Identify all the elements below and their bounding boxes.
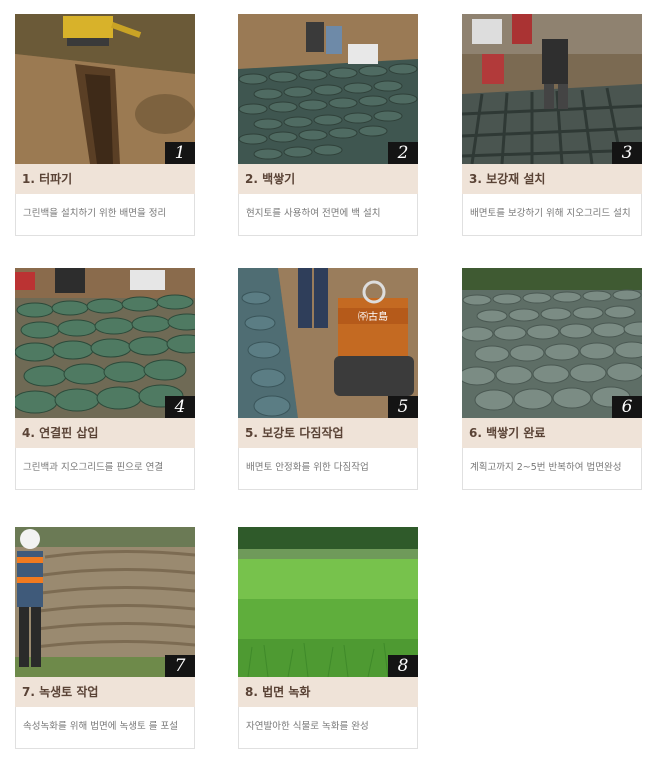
step-description: 그린백을 설치하기 위한 배면을 정리 (15, 194, 195, 236)
step-photo-1: 1 (15, 14, 195, 164)
step-description: 배면토 안정화를 위한 다짐작업 (238, 448, 418, 490)
step-card-1: 1 1. 터파기 그린백을 설치하기 위한 배면을 정리 (15, 14, 195, 236)
step-photo-8: 8 (238, 527, 418, 677)
step-description: 자연발아한 식물로 녹화를 완성 (238, 707, 418, 749)
step-photo-6: 6 (462, 268, 642, 418)
step-number-badge: 4 (165, 396, 195, 418)
step-photo-4: 4 (15, 268, 195, 418)
step-description: 현지토를 사용하여 전면에 백 설치 (238, 194, 418, 236)
step-description: 그린백과 지오그리드를 핀으로 연결 (15, 448, 195, 490)
step-description: 계획고까지 2~5번 반복하여 법면완성 (462, 448, 642, 490)
step-number-badge: 2 (388, 142, 418, 164)
step-title: 6. 백쌓기 완료 (462, 418, 642, 448)
step-card-5: ㈜古島 5 5. 보강토 다짐작업 배면토 안정화를 위한 다짐작업 (238, 268, 418, 490)
step-number-badge: 6 (612, 396, 642, 418)
step-number-badge: 7 (165, 655, 195, 677)
step-title: 4. 연결핀 삽입 (15, 418, 195, 448)
step-card-4: 4 4. 연결핀 삽입 그린백과 지오그리드를 핀으로 연결 (15, 268, 195, 490)
step-title: 3. 보강재 설치 (462, 164, 642, 194)
step-number-badge: 3 (612, 142, 642, 164)
step-card-8: 8 8. 법면 녹화 자연발아한 식물로 녹화를 완성 (238, 527, 418, 749)
step-card-2: 2 2. 백쌓기 현지토를 사용하여 전면에 백 설치 (238, 14, 418, 236)
step-title: 2. 백쌓기 (238, 164, 418, 194)
step-title: 8. 법면 녹화 (238, 677, 418, 707)
step-photo-7: 7 (15, 527, 195, 677)
step-card-6: 6 6. 백쌓기 완료 계획고까지 2~5번 반복하여 법면완성 (462, 268, 642, 490)
step-photo-2: 2 (238, 14, 418, 164)
step-photo-5: ㈜古島 5 (238, 268, 418, 418)
step-card-3: 3 3. 보강재 설치 배면토를 보강하기 위해 지오그리드 설치 (462, 14, 642, 236)
step-description: 배면토를 보강하기 위해 지오그리드 설치 (462, 194, 642, 236)
step-number-badge: 5 (388, 396, 418, 418)
step-number-badge: 8 (388, 655, 418, 677)
step-photo-3: 3 (462, 14, 642, 164)
step-title: 5. 보강토 다짐작업 (238, 418, 418, 448)
step-title: 7. 녹생토 작업 (15, 677, 195, 707)
step-description: 속성녹화를 위해 법면에 녹생토 를 포설 (15, 707, 195, 749)
step-title: 1. 터파기 (15, 164, 195, 194)
step-number-badge: 1 (165, 142, 195, 164)
step-card-7: 7 7. 녹생토 작업 속성녹화를 위해 법면에 녹생토 를 포설 (15, 527, 195, 749)
roller-brand-label: ㈜古島 (358, 310, 388, 323)
